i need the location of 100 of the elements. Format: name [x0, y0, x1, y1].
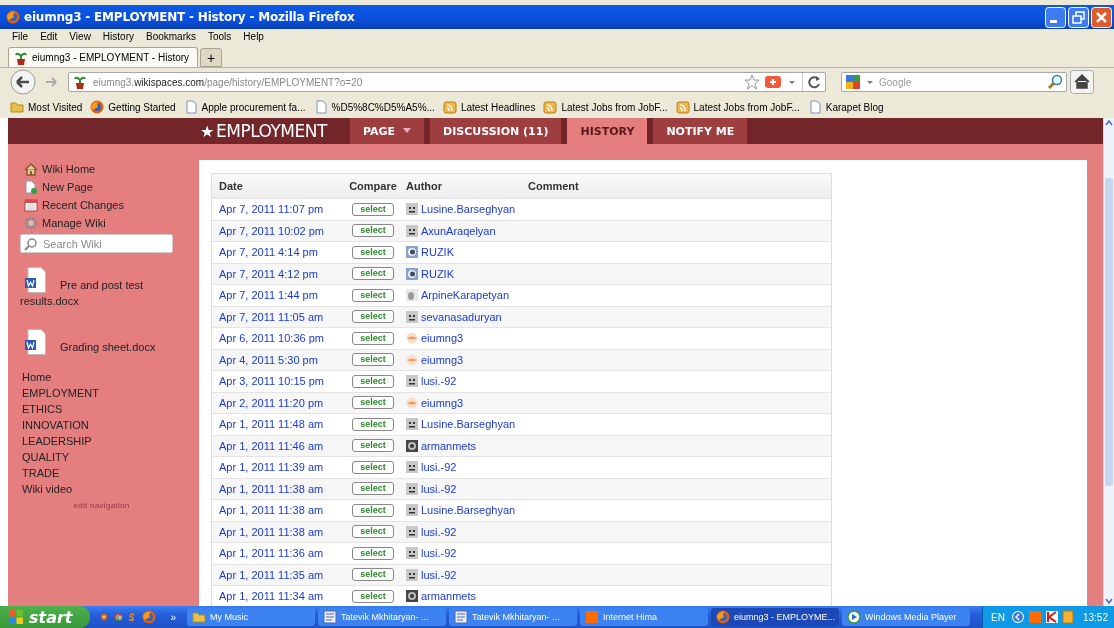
bookmark-link[interactable]: Apple procurement fa... — [201, 101, 306, 113]
nav-link[interactable]: EMPLOYMENT — [22, 385, 183, 401]
sidebar-link[interactable]: New Page — [42, 181, 93, 193]
select-button[interactable]: select — [352, 482, 394, 496]
author-link[interactable]: armanmets — [421, 439, 477, 452]
menu-item[interactable]: Edit — [40, 31, 58, 42]
select-button[interactable]: select — [352, 503, 394, 517]
select-button[interactable]: select — [352, 417, 394, 431]
file-link[interactable]: Grading sheet.docx — [20, 329, 160, 355]
date-link[interactable]: Apr 7, 2011 11:07 pm — [219, 203, 324, 216]
author-link[interactable]: lusi.-92 — [421, 482, 457, 495]
author-link[interactable]: Lusine.Barseghyan — [421, 418, 516, 431]
author-link[interactable]: ArpineKarapetyan — [421, 289, 510, 302]
bookmark-link[interactable]: Most Visited — [28, 101, 83, 113]
page-tab[interactable]: PAGE — [350, 118, 425, 144]
bookmark-link[interactable]: Latest Headlines — [460, 101, 536, 113]
select-button[interactable]: select — [352, 396, 394, 410]
search-input[interactable]: Google — [877, 76, 1045, 88]
date-link[interactable]: Apr 2, 2011 11:20 pm — [219, 396, 324, 409]
author-link[interactable]: sevanasaduryan — [421, 310, 502, 323]
author-link[interactable]: Lusine.Barseghyan — [421, 504, 516, 517]
author-link[interactable]: armanmets — [421, 590, 477, 603]
file-link[interactable]: Pre and post test results.docx — [20, 267, 160, 309]
menu-item[interactable]: Help — [243, 31, 264, 42]
date-link[interactable]: Apr 7, 2011 4:12 pm — [219, 267, 318, 280]
date-link[interactable]: Apr 7, 2011 1:44 pm — [219, 289, 318, 302]
select-button[interactable]: select — [352, 202, 394, 216]
select-button[interactable]: select — [352, 546, 394, 560]
date-link[interactable]: Apr 7, 2011 4:14 pm — [219, 246, 318, 259]
date-link[interactable]: Apr 1, 2011 11:38 am — [219, 525, 324, 538]
date-link[interactable]: Apr 6, 2011 10:36 pm — [219, 332, 324, 345]
author-link[interactable]: lusi.-92 — [421, 461, 457, 474]
author-link[interactable]: lusi.-92 — [421, 568, 457, 581]
date-link[interactable]: Apr 1, 2011 11:39 am — [219, 461, 324, 474]
select-button[interactable]: select — [352, 439, 394, 453]
sidebar-link[interactable]: Wiki Home — [42, 163, 96, 175]
author-link[interactable]: lusi.-92 — [421, 547, 457, 560]
sidebar-link[interactable]: Manage Wiki — [42, 217, 106, 229]
select-button[interactable]: select — [352, 310, 394, 324]
author-link[interactable]: Lusine.Barseghyan — [421, 203, 516, 216]
bookmark-link[interactable]: Latest Jobs from JobF... — [693, 101, 800, 113]
author-link[interactable]: AxunAraqelyan — [421, 224, 496, 237]
address-field[interactable]: eiumng3.wikispaces.com/page/history/EMPLOYMENT?o=20 — [68, 72, 826, 92]
author-link[interactable]: eiumng3 — [421, 353, 464, 366]
bookmark-link[interactable]: Karapet Blog — [825, 101, 884, 113]
bookmark-link[interactable]: %D5%8C%D5%A5%... — [331, 101, 435, 113]
nav-link[interactable]: ETHICS — [22, 401, 183, 417]
date-link[interactable]: Apr 1, 2011 11:38 am — [219, 482, 324, 495]
taskbar-button[interactable]: Tatevik Mkhitaryan- ... — [449, 608, 577, 626]
nav-link[interactable]: Wiki video — [22, 481, 183, 497]
sidebar-link[interactable]: Recent Changes — [42, 199, 124, 211]
date-link[interactable]: Apr 1, 2011 11:34 am — [219, 590, 324, 603]
select-button[interactable]: select — [352, 568, 394, 582]
author-link[interactable]: RUZIK — [421, 267, 454, 280]
search-field[interactable]: Google — [841, 72, 1067, 92]
author-link[interactable]: eiumng3 — [421, 396, 464, 409]
nav-link[interactable]: QUALITY — [22, 449, 183, 465]
nav-link[interactable]: TRADE — [22, 465, 183, 481]
new-tab-button[interactable]: + — [200, 48, 222, 67]
select-button[interactable]: select — [352, 288, 394, 302]
date-link[interactable]: Apr 1, 2011 11:46 am — [219, 439, 324, 452]
search-input[interactable]: Search Wiki — [41, 236, 172, 251]
nav-link[interactable]: LEADERSHIP — [22, 433, 183, 449]
date-link[interactable]: Apr 1, 2011 11:38 am — [219, 504, 324, 517]
select-button[interactable]: select — [352, 589, 394, 603]
overflow-chevron[interactable]: » — [170, 611, 176, 623]
menu-item[interactable]: View — [69, 31, 91, 42]
select-button[interactable]: select — [352, 331, 394, 345]
taskbar-button[interactable]: Internet Hima — [580, 608, 708, 626]
page-tab[interactable]: HISTORY — [567, 118, 648, 144]
select-button[interactable]: select — [352, 267, 394, 281]
taskbar-button[interactable]: Windows Media Player — [842, 608, 970, 626]
nav-link[interactable]: Home — [22, 369, 183, 385]
select-button[interactable]: select — [352, 525, 394, 539]
taskbar-button[interactable]: Tatevik Mkhitaryan- ... — [318, 608, 446, 626]
author-link[interactable]: eiumng3 — [421, 332, 464, 345]
menu-item[interactable]: File — [12, 31, 29, 42]
menu-item[interactable]: Tools — [208, 31, 232, 42]
select-button[interactable]: select — [352, 374, 394, 388]
page-tab[interactable]: DISCUSSION (11) — [430, 118, 562, 144]
author-link[interactable]: lusi.-92 — [421, 375, 457, 388]
search-field[interactable]: Search Wiki — [20, 234, 173, 253]
menu-item[interactable]: History — [102, 31, 134, 42]
author-link[interactable]: lusi.-92 — [421, 525, 457, 538]
page-tab[interactable]: NOTIFY ME — [653, 118, 748, 144]
select-button[interactable]: select — [352, 460, 394, 474]
date-link[interactable]: Apr 1, 2011 11:48 am — [219, 418, 324, 431]
bookmark-link[interactable]: Getting Started — [108, 101, 176, 113]
taskbar-button[interactable]: eiumng3 - EMPLOYME... — [711, 608, 839, 626]
bookmark-link[interactable]: Latest Jobs from JobF... — [561, 101, 668, 113]
date-link[interactable]: Apr 7, 2011 10:02 pm — [219, 224, 324, 237]
author-link[interactable]: RUZIK — [421, 246, 454, 259]
taskbar-button[interactable]: My Music — [187, 608, 315, 626]
select-button[interactable]: select — [352, 245, 394, 259]
date-link[interactable]: Apr 1, 2011 11:36 am — [219, 547, 324, 560]
date-link[interactable]: Apr 4, 2011 5:30 pm — [219, 353, 318, 366]
menu-item[interactable]: Bookmarks — [146, 31, 196, 42]
select-button[interactable]: select — [352, 353, 394, 367]
date-link[interactable]: Apr 3, 2011 10:15 pm — [219, 375, 324, 388]
nav-link[interactable]: INNOVATION — [22, 417, 183, 433]
